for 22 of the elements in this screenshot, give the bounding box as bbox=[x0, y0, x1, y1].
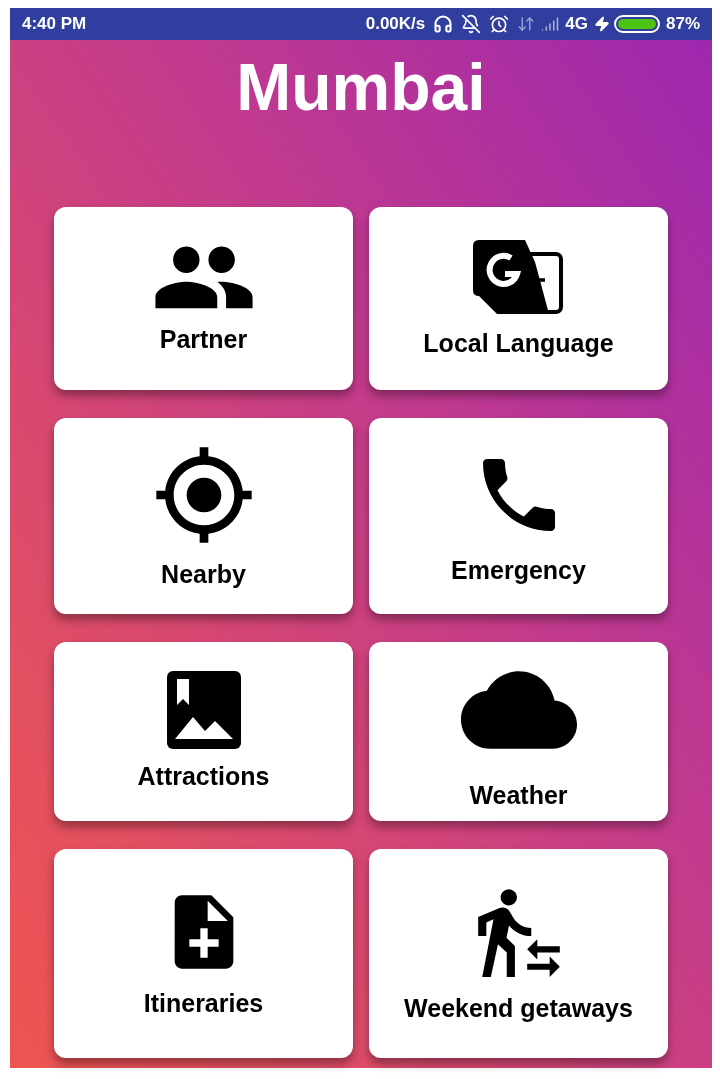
city-title: Mumbai bbox=[236, 54, 486, 126]
translate-icon bbox=[472, 238, 565, 316]
network-type: 4G bbox=[565, 13, 588, 36]
network-speed: 0.00K/s bbox=[365, 13, 426, 36]
bell-off-icon bbox=[461, 14, 482, 34]
photo-bookmark-icon bbox=[166, 671, 241, 749]
alarm-clock-icon bbox=[489, 14, 510, 34]
category-tile[interactable]: Local Language bbox=[369, 207, 668, 390]
category-tile[interactable]: Itineraries bbox=[54, 849, 353, 1058]
category-tile[interactable]: Weekend getaways bbox=[369, 849, 668, 1058]
category-tile[interactable]: Attractions bbox=[54, 642, 353, 821]
category-tile[interactable]: Weather bbox=[369, 642, 668, 821]
headphones-icon bbox=[433, 14, 454, 34]
battery-icon bbox=[613, 15, 660, 33]
category-tile[interactable]: Partner bbox=[54, 207, 353, 390]
category-tile[interactable]: Emergency bbox=[369, 418, 668, 614]
battery-percent: 87% bbox=[665, 13, 700, 36]
charging-icon bbox=[593, 16, 610, 32]
signal-icon bbox=[541, 15, 560, 33]
data-arrows-icon bbox=[517, 15, 536, 33]
category-tile[interactable]: Nearby bbox=[54, 418, 353, 614]
clock-time: 4:40 PM bbox=[22, 13, 87, 36]
